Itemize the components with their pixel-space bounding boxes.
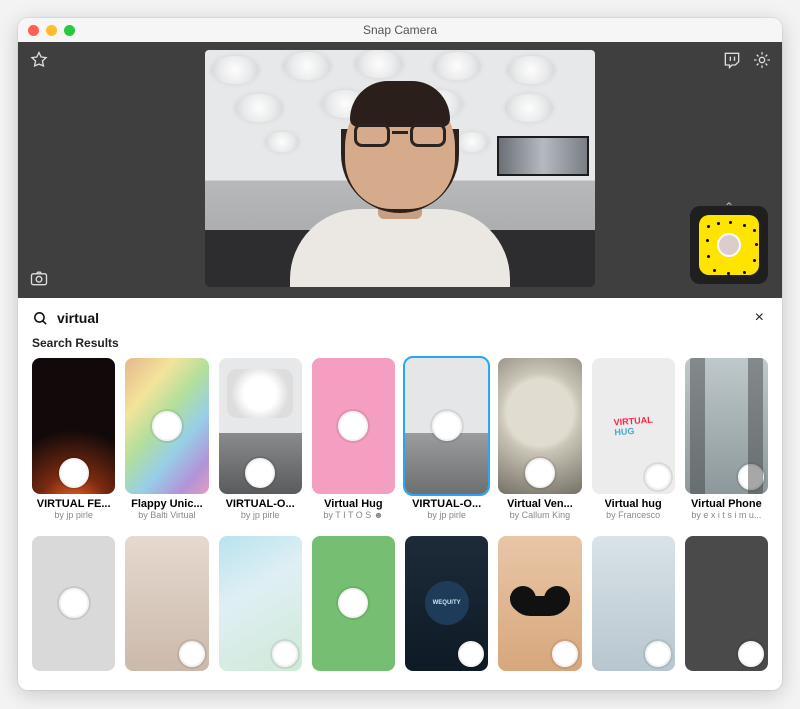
lens-card[interactable]: VIRTUAL-O...by jp pirle — [219, 358, 302, 519]
lens-creator-icon — [432, 411, 462, 441]
lens-thumbnail — [592, 536, 675, 671]
lens-creator-icon — [59, 458, 89, 488]
clear-search-button[interactable]: × — [751, 309, 768, 327]
lens-card[interactable]: Virtual Hugby T I T O S ☻ — [312, 358, 395, 519]
lens-thumbnail — [312, 536, 395, 671]
lens-thumbnail — [219, 358, 302, 493]
lens-card[interactable] — [125, 536, 208, 671]
lens-creator-icon — [245, 458, 275, 488]
lens-thumbnail — [405, 358, 488, 493]
lens-author: by Balti Virtual — [138, 510, 195, 520]
app-window: Snap Camera — [18, 18, 782, 690]
lens-card[interactable] — [592, 536, 675, 671]
results-heading: Search Results — [32, 336, 768, 350]
search-row: × — [32, 306, 768, 330]
lens-thumbnail — [498, 536, 581, 671]
lens-creator-icon — [338, 411, 368, 441]
lens-author: by Callum King — [510, 510, 571, 520]
lens-creator-icon — [272, 641, 298, 667]
lens-creator-icon — [645, 464, 671, 490]
lens-card[interactable] — [32, 536, 115, 671]
lens-title: Virtual Phone — [691, 498, 762, 510]
lens-card[interactable] — [685, 536, 768, 671]
lens-thumbnail: WEQUITY — [405, 536, 488, 671]
camera-area: ⌃ — [18, 42, 782, 298]
lens-creator-icon — [338, 588, 368, 618]
search-panel: × Search Results VIRTUAL FE...by jp pirl… — [18, 296, 782, 690]
results-grid-2: WEQUITY — [32, 534, 768, 671]
favorites-button[interactable] — [29, 50, 49, 70]
lens-card[interactable]: Flappy Unic...by Balti Virtual — [125, 358, 208, 519]
window-title: Snap Camera — [18, 23, 782, 37]
camera-preview — [205, 50, 595, 287]
lens-card[interactable] — [312, 536, 395, 671]
lens-creator-icon — [525, 458, 555, 488]
lens-card[interactable]: VIRTUALHUG Virtual hugby Francesco — [592, 358, 675, 519]
lens-title: Virtual Ven... — [507, 498, 573, 510]
lens-card[interactable]: Virtual Ven...by Callum King — [498, 358, 581, 519]
lens-creator-icon — [645, 641, 671, 667]
lens-title: VIRTUAL FE... — [37, 498, 111, 510]
lens-card[interactable]: WEQUITY — [405, 536, 488, 671]
lens-creator-icon — [179, 641, 205, 667]
lens-author: by T I T O S ☻ — [323, 510, 383, 520]
lens-thumbnail: VIRTUALHUG — [592, 358, 675, 493]
capture-button[interactable] — [29, 268, 49, 288]
lens-thumbnail — [219, 536, 302, 671]
results-grid: VIRTUAL FE...by jp pirleFlappy Unic...by… — [32, 356, 768, 519]
chevron-up-icon: ⌃ — [724, 200, 734, 214]
lens-thumbnail — [685, 358, 768, 493]
snapcode-panel[interactable]: ⌃ — [690, 206, 768, 284]
lens-author: by jp pirle — [427, 510, 466, 520]
twitch-icon[interactable] — [722, 50, 742, 70]
lens-author: by jp pirle — [54, 510, 93, 520]
lens-card[interactable] — [498, 536, 581, 671]
lens-title: VIRTUAL-O... — [226, 498, 295, 510]
lens-thumbnail — [125, 358, 208, 493]
lens-thumbnail — [125, 536, 208, 671]
settings-button[interactable] — [752, 50, 772, 70]
lens-card[interactable]: VIRTUAL FE...by jp pirle — [32, 358, 115, 519]
search-icon — [32, 310, 49, 327]
lens-author: by jp pirle — [241, 510, 280, 520]
lens-creator-icon — [738, 464, 764, 490]
lens-creator-icon — [458, 641, 484, 667]
lens-title: Virtual Hug — [324, 498, 382, 510]
titlebar: Snap Camera — [18, 18, 782, 42]
lens-thumbnail — [498, 358, 581, 493]
search-input[interactable] — [57, 310, 743, 326]
lens-title: Flappy Unic... — [131, 498, 203, 510]
lens-creator-icon — [59, 588, 89, 618]
lens-thumbnail — [312, 358, 395, 493]
lens-title: Virtual hug — [605, 498, 662, 510]
lens-thumbnail — [32, 358, 115, 493]
lens-thumbnail — [685, 536, 768, 671]
lens-card[interactable]: VIRTUAL-O...by jp pirle — [405, 358, 488, 519]
lens-card[interactable] — [219, 536, 302, 671]
preview-person — [290, 97, 510, 287]
lens-creator-icon — [552, 641, 578, 667]
lens-author: by e x i t s i m u... — [691, 510, 761, 520]
lens-thumbnail — [32, 536, 115, 671]
lens-card[interactable]: Virtual Phoneby e x i t s i m u... — [685, 358, 768, 519]
lens-creator-icon — [152, 411, 182, 441]
lens-title: VIRTUAL-O... — [412, 498, 481, 510]
lens-creator-icon — [738, 641, 764, 667]
lens-author: by Francesco — [606, 510, 660, 520]
